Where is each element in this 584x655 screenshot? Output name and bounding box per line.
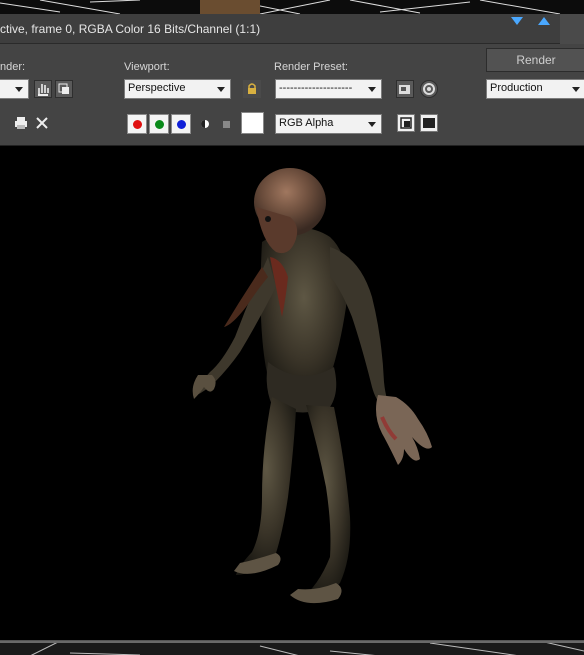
bottom-viewport-strip <box>0 640 584 655</box>
background-wireframe-viewport <box>0 0 584 14</box>
save-image-icon <box>399 85 410 94</box>
rendered-frame-viewport <box>0 147 584 640</box>
background-color-swatch[interactable] <box>241 112 264 134</box>
render-preset-value: -------------------- <box>279 82 353 94</box>
print-image-button[interactable] <box>12 114 30 132</box>
collapse-down-icon[interactable] <box>511 17 523 25</box>
blue-channel-button[interactable] <box>171 114 191 134</box>
green-channel-dot <box>155 120 164 129</box>
area-to-render-label: nder: <box>0 61 26 73</box>
rendered-creature-image <box>192 168 432 604</box>
display-icon <box>400 117 412 129</box>
bottom-wireframe-lines <box>0 640 584 655</box>
viewport-label: Viewport: <box>124 61 170 73</box>
production-dropdown[interactable]: Production <box>486 79 584 99</box>
window-control-button[interactable] <box>560 14 584 44</box>
production-value: Production <box>490 82 543 94</box>
window-title: ctive, frame 0, RGBA Color 16 Bits/Chann… <box>0 22 261 36</box>
red-channel-button[interactable] <box>127 114 147 134</box>
save-preset-button[interactable] <box>396 80 414 98</box>
copy-icon <box>58 83 69 94</box>
mono-button[interactable] <box>217 115 235 133</box>
blue-channel-dot <box>177 120 186 129</box>
green-channel-button[interactable] <box>149 114 169 134</box>
collapse-up-icon[interactable] <box>538 17 550 25</box>
toggle-ui-overlay-button[interactable] <box>397 114 415 132</box>
alpha-channel-button[interactable] <box>196 115 214 133</box>
area-to-render-dropdown[interactable] <box>0 79 29 99</box>
render-preset-dropdown[interactable]: -------------------- <box>275 79 382 99</box>
viewport-dropdown[interactable]: Perspective <box>124 79 231 99</box>
viewport-value: Perspective <box>128 82 186 94</box>
print-icon <box>15 117 27 129</box>
wireframe-lines <box>0 0 561 14</box>
render-button[interactable]: Render <box>486 48 584 72</box>
hand-icon <box>38 84 49 96</box>
render-setup-button[interactable] <box>420 80 438 98</box>
mono-icon <box>223 121 230 128</box>
lock-icon <box>248 83 256 94</box>
channel-display-value: RGB Alpha <box>279 117 334 129</box>
fullscreen-icon <box>423 118 435 128</box>
save-image-button[interactable] <box>0 114 12 132</box>
edit-region-button[interactable] <box>34 80 52 98</box>
render-toolbar: nder: Viewport: Render Preset: Render Pe… <box>0 44 584 146</box>
toggle-fullscreen-button[interactable] <box>420 114 438 132</box>
red-channel-dot <box>133 120 142 129</box>
channel-display-dropdown[interactable]: RGB Alpha <box>275 114 382 134</box>
lock-viewport-button[interactable] <box>243 80 261 98</box>
render-window-titlebar: ctive, frame 0, RGBA Color 16 Bits/Chann… <box>0 14 584 44</box>
auto-region-button[interactable] <box>55 80 73 98</box>
settings-icon <box>423 83 435 95</box>
alpha-icon <box>201 120 209 128</box>
clear-button[interactable] <box>33 114 51 132</box>
clear-icon <box>36 117 48 129</box>
render-preset-label: Render Preset: <box>274 61 348 73</box>
